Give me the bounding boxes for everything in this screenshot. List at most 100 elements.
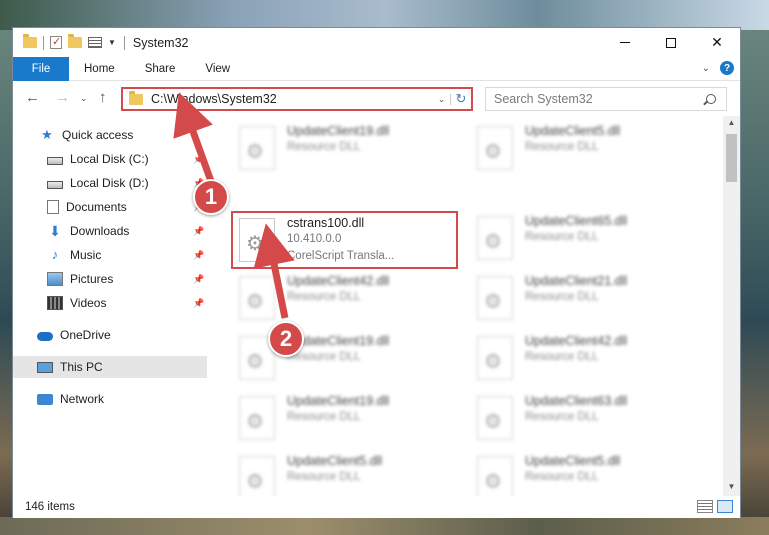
dll-file-icon xyxy=(477,216,513,260)
file-type: Resource DLL xyxy=(525,231,599,243)
window-title: System32 xyxy=(123,35,189,50)
pin-icon[interactable]: 📌 xyxy=(193,274,204,285)
file-type: Resource DLL xyxy=(287,291,361,303)
sidebar-item-videos[interactable]: Videos 📌 xyxy=(13,292,207,314)
tab-share[interactable]: Share xyxy=(130,57,191,81)
address-bar[interactable]: C:\Windows\System32 ⌄ ↻ xyxy=(121,87,473,111)
desktop-background-top xyxy=(0,0,769,30)
pin-icon[interactable]: 📌 xyxy=(193,226,204,237)
sidebar-item-local-disk-c[interactable]: Local Disk (C:) 📌 xyxy=(13,148,207,170)
sidebar-item-label: Local Disk (D:) xyxy=(70,176,149,190)
file-type: Resource DLL xyxy=(525,351,599,363)
star-icon: ★ xyxy=(41,127,53,142)
sidebar-item-onedrive[interactable]: OneDrive xyxy=(13,324,207,346)
file-item[interactable]: UpdateClient5.dll Resource DLL xyxy=(473,448,698,496)
refresh-icon[interactable]: ↻ xyxy=(451,91,471,107)
pictures-icon xyxy=(47,272,63,286)
sidebar-item-documents[interactable]: Documents 📌 xyxy=(13,196,207,218)
address-row: ← → ⌄ ↑ C:\Windows\System32 ⌄ ↻ Search S… xyxy=(13,81,740,116)
search-placeholder[interactable]: Search System32 xyxy=(494,92,706,106)
sidebar-item-label: Network xyxy=(60,392,105,406)
file-type: Resource DLL xyxy=(525,291,599,303)
drive-icon xyxy=(47,156,63,165)
view-options-icon[interactable] xyxy=(88,37,102,48)
file-item[interactable]: UpdateClient5.dll Resource DLL xyxy=(235,448,460,496)
scroll-down-arrow-icon[interactable]: ▼ xyxy=(723,482,740,491)
pin-icon[interactable]: 📌 xyxy=(193,250,204,261)
up-arrow-icon[interactable]: ↑ xyxy=(99,89,107,106)
forward-arrow-icon[interactable]: → xyxy=(55,89,70,106)
customize-toolbar-chevron-icon[interactable]: ▼ xyxy=(108,38,116,47)
toolbar-divider xyxy=(43,35,44,50)
file-item[interactable]: UpdateClient42.dll Resource DLL xyxy=(473,328,698,388)
desktop-background-bottom xyxy=(0,517,769,535)
pin-icon[interactable]: 📌 xyxy=(193,154,204,165)
file-name: UpdateClient5.dll xyxy=(525,124,621,138)
file-item[interactable]: UpdateClient5.dll Resource DLL xyxy=(473,118,698,178)
tab-file[interactable]: File xyxy=(13,56,69,81)
search-box[interactable]: Search System32 xyxy=(485,87,727,111)
cloud-icon xyxy=(37,332,53,341)
music-icon: ♪ xyxy=(51,247,59,262)
sidebar-item-downloads[interactable]: ⬇ Downloads 📌 xyxy=(13,220,207,242)
file-item[interactable]: UpdateClient42.dll Resource DLL xyxy=(235,268,460,328)
file-item[interactable]: UpdateClient65.dll Resource DLL xyxy=(473,208,698,268)
properties-icon[interactable] xyxy=(50,35,62,49)
dll-file-icon xyxy=(477,276,513,320)
search-icon[interactable] xyxy=(706,94,716,104)
folder-icon[interactable] xyxy=(23,34,37,48)
file-name: UpdateClient65.dll xyxy=(525,214,628,228)
file-name: UpdateClient5.dll xyxy=(525,454,621,468)
quick-access-toolbar: ▼ xyxy=(13,28,116,57)
file-item[interactable]: UpdateClient19.dll Resource DLL xyxy=(235,118,460,178)
dll-file-icon xyxy=(477,456,513,496)
vertical-scrollbar[interactable]: ▲ ▼ xyxy=(723,116,740,496)
sidebar-item-pictures[interactable]: Pictures 📌 xyxy=(13,268,207,290)
help-icon[interactable]: ? xyxy=(720,61,734,75)
file-type: Resource DLL xyxy=(287,141,361,153)
recent-locations-chevron-icon[interactable]: ⌄ xyxy=(80,93,88,104)
sidebar-item-label: Videos xyxy=(70,296,107,310)
tab-home[interactable]: Home xyxy=(69,57,130,81)
sidebar-item-this-pc[interactable]: This PC xyxy=(13,356,207,378)
tiles-view-icon[interactable] xyxy=(717,500,733,513)
sidebar-item-label: Downloads xyxy=(70,224,130,238)
details-view-icon[interactable] xyxy=(697,500,713,513)
tab-view[interactable]: View xyxy=(190,57,245,81)
sidebar-item-music[interactable]: ♪ Music 📌 xyxy=(13,244,207,266)
address-dropdown-chevron-icon[interactable]: ⌄ xyxy=(433,93,451,105)
item-count: 146 items xyxy=(25,501,75,513)
dll-file-icon xyxy=(477,396,513,440)
title-bar: ▼ System32 ✕ xyxy=(13,28,740,57)
maximize-button[interactable] xyxy=(648,28,694,57)
scroll-up-arrow-icon[interactable]: ▲ xyxy=(723,118,740,127)
back-arrow-icon[interactable]: ← xyxy=(25,89,40,106)
file-name: UpdateClient19.dll xyxy=(287,394,390,408)
dll-file-icon xyxy=(239,126,275,170)
file-name: UpdateClient5.dll xyxy=(287,454,383,468)
status-bar: 146 items xyxy=(13,496,740,518)
file-name: UpdateClient19.dll xyxy=(287,124,390,138)
file-type: Resource DLL xyxy=(525,141,599,153)
sidebar-item-label: Music xyxy=(70,248,102,262)
new-folder-icon[interactable] xyxy=(68,34,82,48)
scrollbar-thumb[interactable] xyxy=(726,134,737,182)
sidebar-item-network[interactable]: Network xyxy=(13,388,207,410)
file-item[interactable]: UpdateClient63.dll Resource DLL xyxy=(473,388,698,448)
sidebar-item-quick-access[interactable]: ★ Quick access xyxy=(13,124,207,146)
close-button[interactable]: ✕ xyxy=(694,28,740,57)
dll-file-icon xyxy=(239,456,275,496)
file-item[interactable]: UpdateClient19.dll Resource DLL xyxy=(235,388,460,448)
file-item[interactable]: UpdateClient21.dll Resource DLL xyxy=(473,268,698,328)
navigation-pane: ★ Quick access Local Disk (C:) 📌 Local D… xyxy=(13,116,207,496)
address-path[interactable]: C:\Windows\System32 xyxy=(151,92,433,106)
sidebar-item-label: Pictures xyxy=(70,272,114,286)
sidebar-item-local-disk-d[interactable]: Local Disk (D:) 📌 xyxy=(13,172,207,194)
dll-file-icon xyxy=(239,276,275,320)
minimize-button[interactable] xyxy=(602,28,648,57)
file-type: Resource DLL xyxy=(287,471,361,483)
downloads-icon: ⬇ xyxy=(49,223,61,239)
pin-icon[interactable]: 📌 xyxy=(193,298,204,309)
expand-ribbon-chevron-icon[interactable]: ⌄ xyxy=(702,63,710,74)
ribbon-right-controls: ⌄ ? xyxy=(702,61,734,75)
